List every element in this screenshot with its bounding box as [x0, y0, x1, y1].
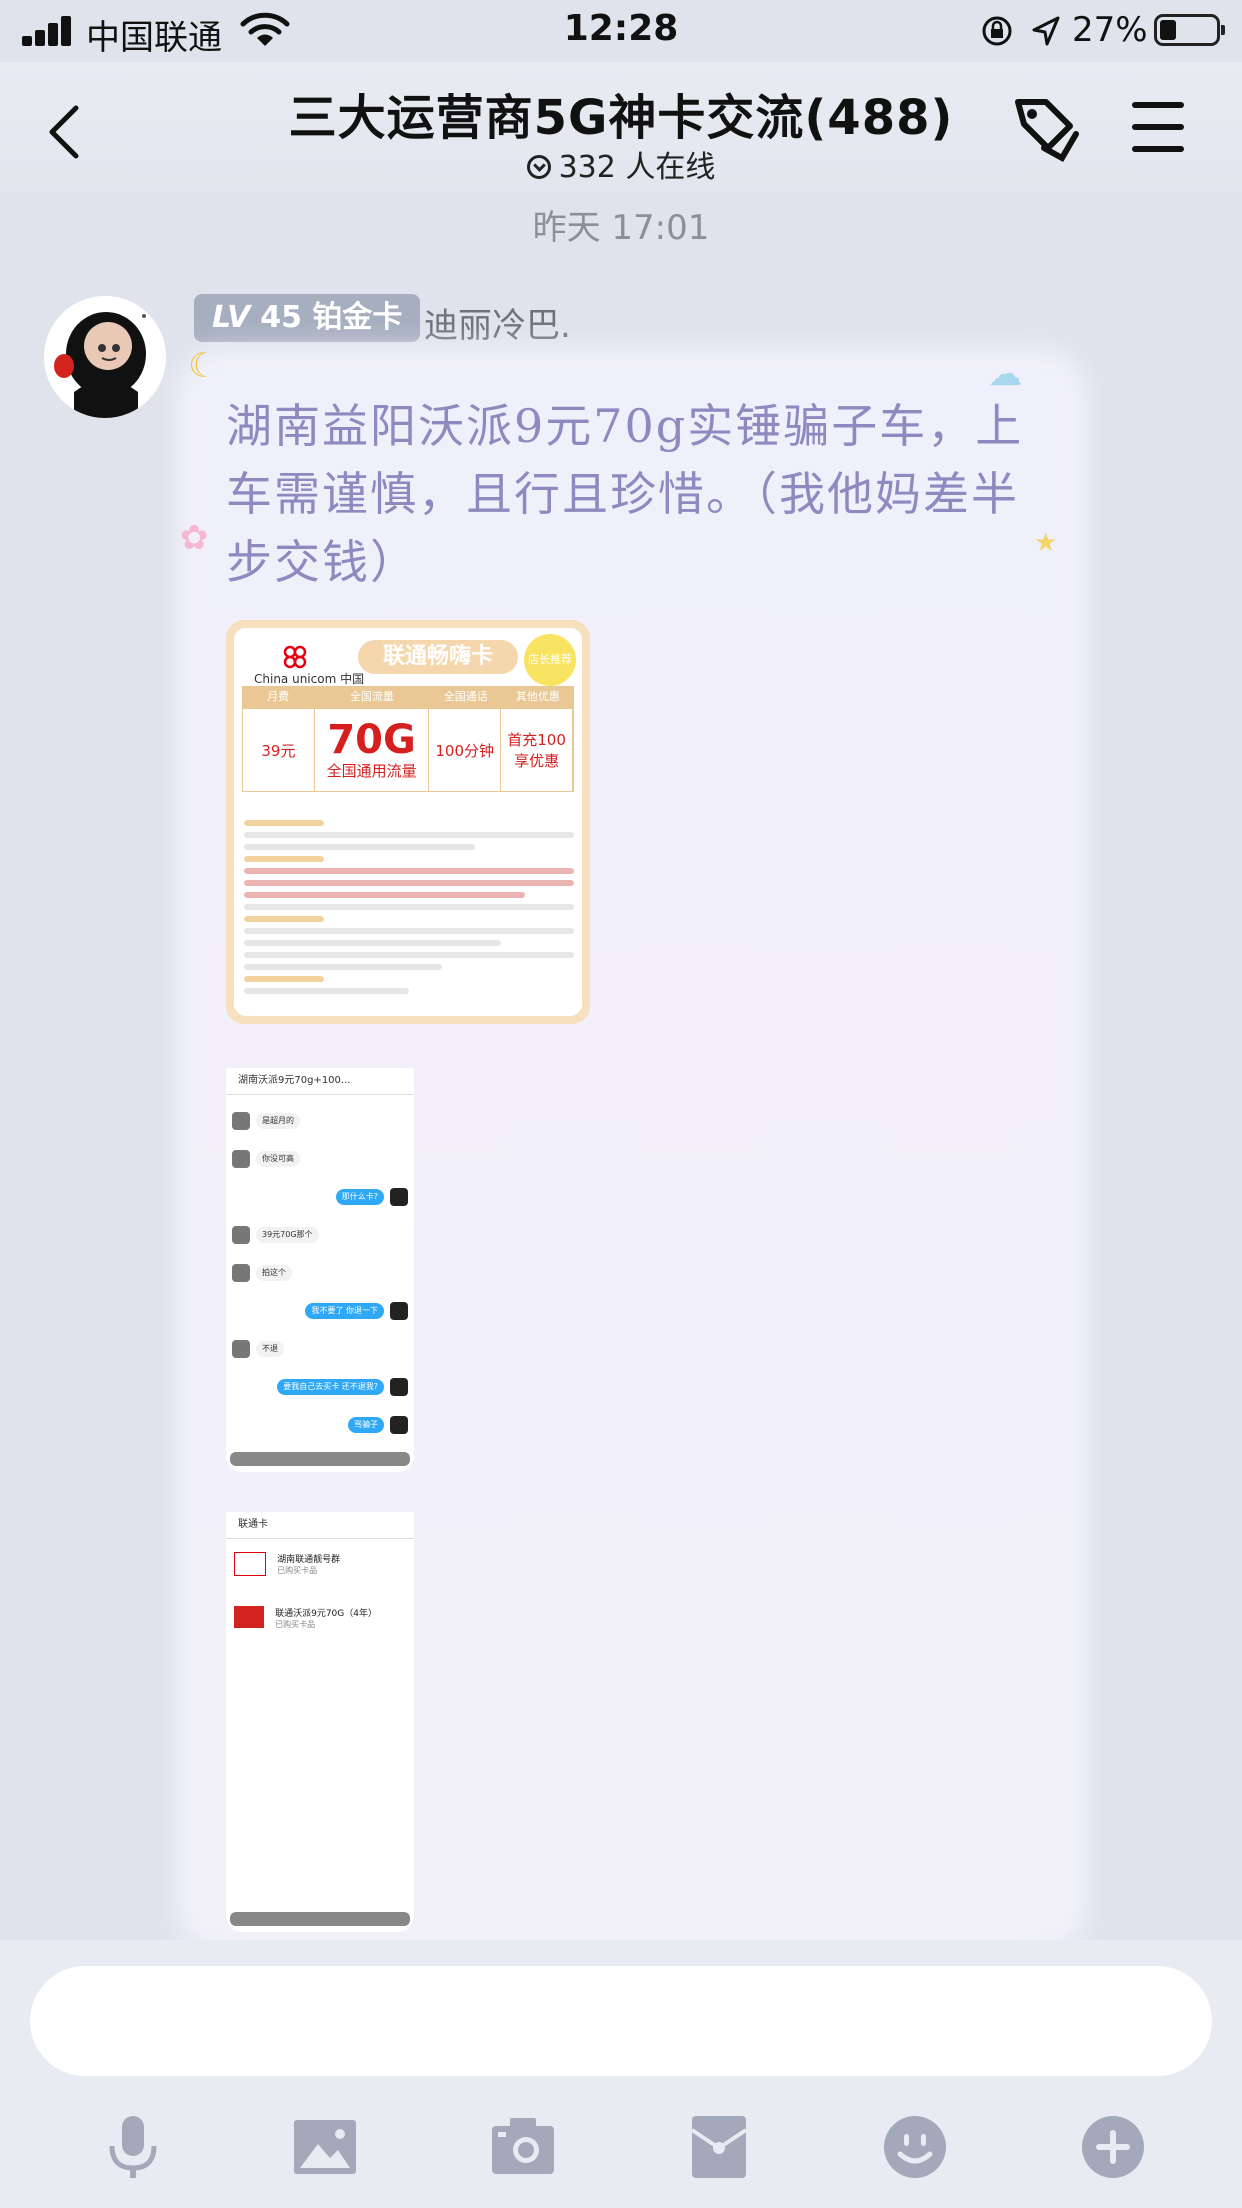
- plan-column-header: 全国通话: [443, 690, 488, 703]
- message-timestamp: 昨天 17:01: [532, 208, 710, 248]
- data-amount: 70G: [327, 716, 416, 763]
- image-icon[interactable]: [290, 2112, 360, 2182]
- sender-avatar[interactable]: [44, 296, 166, 418]
- screenshot-message: 骂骗子: [348, 1417, 384, 1433]
- card-fine-print: [244, 814, 574, 1000]
- screenshot-nav-bar: [230, 1452, 410, 1466]
- card-title: 联通畅嗨卡: [358, 640, 518, 674]
- screenshot-message: 拍这个: [256, 1265, 292, 1281]
- plan-table: 月费 全国流量 全国通话 其他优惠 39元 70G 全国通用流量 100分钟 首充10…: [242, 686, 574, 806]
- online-count-label: 332 人在线: [558, 150, 716, 185]
- camera-icon[interactable]: [488, 2112, 558, 2182]
- message-bubble[interactable]: ☾ ☁ ✿ ★ 湖南益阳沃派9元70g实锤骗子车，上车需谨慎，且行且珍惜。（我他…: [180, 346, 1068, 1936]
- unicom-knot-icon: [283, 645, 307, 669]
- plan-table-header: 月费 全国流量 全国通话 其他优惠: [242, 686, 574, 708]
- level-title: 铂金卡: [312, 300, 403, 335]
- plan-column-header: 月费: [267, 690, 290, 703]
- screenshot-message: 39元70G那个: [256, 1227, 319, 1243]
- message-text: 湖南益阳沃派9元70g实锤骗子车，上车需谨慎，且行且珍惜。（我他妈差半步交钱）: [226, 399, 1024, 589]
- plan-column-header: 其他优惠: [515, 690, 560, 703]
- mic-icon[interactable]: [98, 2112, 168, 2182]
- chat-screenshot-image[interactable]: 湖南沃派9元70g+100... 是超月的你没可高那什么卡? 39元70G那个 拍这…: [226, 1068, 414, 1472]
- moon-decoration: ☾: [188, 346, 219, 386]
- battery-icon: [1154, 14, 1225, 46]
- screenshot-message: 你没可高: [256, 1151, 300, 1167]
- tag-icon[interactable]: [1004, 88, 1084, 168]
- data-cell: 70G 全国通用流量: [315, 709, 430, 791]
- screenshot-message: 是超月的: [256, 1113, 300, 1129]
- screenshot-avatar: [232, 1226, 250, 1244]
- emoji-icon[interactable]: [880, 2112, 950, 2182]
- recommend-stamp: 店长推荐: [524, 634, 576, 686]
- screenshot-avatar: [232, 1340, 250, 1358]
- plus-icon[interactable]: [1078, 2112, 1148, 2182]
- screenshot-avatar: [232, 1112, 250, 1130]
- screenshot-avatar: [390, 1302, 408, 1320]
- level-number: 45: [260, 300, 302, 335]
- chevron-circle-icon: [526, 155, 551, 179]
- cloud-decoration: ☁: [988, 354, 1022, 394]
- fee-cell: 39元: [243, 709, 315, 791]
- screenshot-avatar: [390, 1188, 408, 1206]
- red-packet-icon[interactable]: [684, 2112, 754, 2182]
- card-thumb: [234, 1606, 264, 1628]
- level-prefix: LV: [212, 300, 251, 335]
- list-item: 联通沃派9元70G（4年） 已购买卡品: [234, 1606, 377, 1631]
- composer: [0, 1940, 1242, 2208]
- bunny-decoration: ✿: [180, 518, 209, 558]
- screenshot-message: 不退: [256, 1341, 284, 1357]
- screenshot-message: 那什么卡?: [335, 1189, 384, 1205]
- rotation-lock-icon: [982, 16, 1012, 46]
- status-bar: 中国联通 12:28 27%: [0, 0, 1242, 62]
- plan-column-header: 全国流量: [349, 690, 394, 703]
- message-input[interactable]: [30, 1966, 1212, 2076]
- screenshot-avatar: [232, 1150, 250, 1168]
- panda-meme-avatar: [44, 296, 166, 418]
- list-screenshot-image[interactable]: 联通卡 湖南联通靓号群 已购买卡品 联通沃派9元70G（4年） 已购买卡品: [226, 1512, 414, 1932]
- location-icon: [1032, 16, 1060, 46]
- promo-card-image[interactable]: China unicom 中国联通 联通畅嗨卡 店长推荐 月费 全国流量 全国通话 其…: [226, 620, 590, 1024]
- calls-cell: 100分钟: [429, 709, 502, 791]
- chat-header: 三大运营商5G神卡交流(488) 332 人在线: [0, 62, 1242, 192]
- unicom-logo: China unicom 中国联通: [246, 644, 364, 703]
- screenshot-message: 要我自己去买卡 还不退我?: [277, 1379, 384, 1395]
- list-item: 湖南联通靓号群 已购买卡品: [234, 1552, 340, 1577]
- screenshot-avatar: [390, 1378, 408, 1396]
- screenshot2-nav-bar: [230, 1912, 410, 1926]
- level-badge: LV 45 铂金卡: [194, 294, 421, 342]
- screenshot-avatar: [232, 1264, 250, 1282]
- screenshot-message: 我不要了 你退一下: [305, 1303, 384, 1319]
- menu-icon[interactable]: [1128, 88, 1208, 168]
- screenshot2-title: 联通卡: [226, 1512, 414, 1539]
- plan-table-row: 39元 70G 全国通用流量 100分钟 首充100享优惠: [242, 708, 574, 792]
- battery-percent: 27%: [1072, 10, 1148, 50]
- sender-nickname[interactable]: 迪丽冷巴.: [424, 298, 571, 347]
- data-sub: 全国通用流量: [326, 761, 417, 780]
- screenshot-title: 湖南沃派9元70g+100...: [226, 1068, 414, 1095]
- unicom-thumb: [234, 1552, 266, 1576]
- screenshot-avatar: [390, 1416, 408, 1434]
- promo-cell: 首充100享优惠: [501, 709, 574, 791]
- brand-en: China unicom: [254, 672, 337, 686]
